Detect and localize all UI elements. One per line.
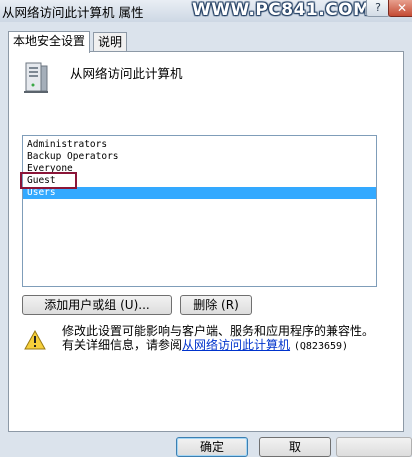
more-info-prefix: 有关详细信息，请参阅: [62, 338, 183, 352]
watermark-text: WWW.PC841.COM: [192, 0, 371, 20]
ok-button[interactable]: 确定: [176, 437, 248, 457]
remove-button[interactable]: 删除 (R): [180, 295, 252, 315]
policy-help-link[interactable]: 从网络访问此计算机: [182, 338, 290, 352]
apply-button[interactable]: [336, 437, 412, 457]
tab-explain[interactable]: 说明: [93, 32, 128, 52]
list-item[interactable]: Guest: [23, 175, 376, 187]
cancel-button[interactable]: 取: [259, 437, 331, 457]
help-button[interactable]: ?: [366, 0, 390, 17]
warning-icon: [24, 329, 46, 350]
tab-local-security-setting[interactable]: 本地安全设置: [8, 31, 91, 53]
add-user-or-group-button[interactable]: 添加用户或组 (U)...: [22, 295, 172, 315]
policy-name: 从网络访问此计算机: [70, 66, 183, 81]
list-item[interactable]: Everyone: [23, 163, 376, 175]
title-bar[interactable]: 从网络访问此计算机 属性 WWW.PC841.COM ? ✕: [0, 0, 412, 22]
kb-reference: (Q823659): [293, 341, 349, 352]
list-item[interactable]: Backup Operators: [23, 151, 376, 163]
list-item-selected[interactable]: Users: [23, 187, 376, 199]
more-info-line: 有关详细信息，请参阅从网络访问此计算机 (Q823659): [62, 336, 348, 353]
close-button[interactable]: ✕: [388, 0, 412, 17]
account-listbox[interactable]: Administrators Backup Operators Everyone…: [22, 135, 377, 287]
window-title: 从网络访问此计算机 属性: [2, 5, 144, 20]
list-item[interactable]: Administrators: [23, 139, 376, 151]
server-computer-icon: [22, 61, 52, 95]
